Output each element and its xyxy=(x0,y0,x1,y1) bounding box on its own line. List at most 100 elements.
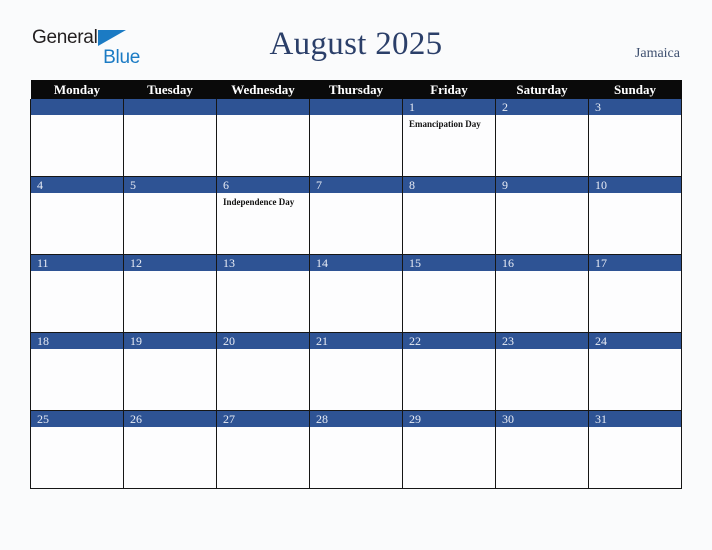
day-content xyxy=(496,271,588,331)
page-header: General Blue August 2025 Jamaica xyxy=(0,0,712,80)
day-number: 12 xyxy=(124,255,216,271)
day-event xyxy=(124,271,216,275)
day-content xyxy=(403,193,495,253)
day-number: 16 xyxy=(496,255,588,271)
day-event xyxy=(310,193,402,197)
day-cell[interactable]: 22 xyxy=(402,332,496,411)
day-event xyxy=(589,271,681,275)
day-event xyxy=(310,271,402,275)
day-event xyxy=(403,427,495,431)
day-number: 21 xyxy=(310,333,402,349)
day-number: 28 xyxy=(310,411,402,427)
day-cell[interactable]: 3 xyxy=(588,99,682,177)
day-event xyxy=(31,193,123,197)
day-cell[interactable]: 20 xyxy=(216,332,310,411)
day-content xyxy=(310,193,402,253)
day-content xyxy=(124,115,216,175)
day-number: 20 xyxy=(217,333,309,349)
calendar-week-row: 1 Emancipation Day 2 3 xyxy=(30,99,682,177)
day-content xyxy=(31,427,123,487)
day-event xyxy=(589,349,681,353)
country-label: Jamaica xyxy=(634,46,680,61)
day-cell[interactable]: 27 xyxy=(216,410,310,489)
day-cell[interactable] xyxy=(309,99,403,177)
day-content xyxy=(124,193,216,253)
day-content xyxy=(496,349,588,409)
day-event xyxy=(496,427,588,431)
day-cell[interactable]: 14 xyxy=(309,254,403,333)
day-number: 6 xyxy=(217,177,309,193)
day-content xyxy=(310,349,402,409)
day-number: 19 xyxy=(124,333,216,349)
day-cell[interactable]: 23 xyxy=(495,332,589,411)
day-cell[interactable]: 17 xyxy=(588,254,682,333)
day-number xyxy=(310,99,402,115)
day-cell[interactable]: 11 xyxy=(30,254,124,333)
calendar-week-row: 11 12 13 14 15 16 17 xyxy=(30,254,682,333)
day-content xyxy=(403,427,495,487)
day-cell[interactable]: 16 xyxy=(495,254,589,333)
day-number: 18 xyxy=(31,333,123,349)
day-number: 29 xyxy=(403,411,495,427)
day-cell[interactable]: 7 xyxy=(309,176,403,255)
day-content xyxy=(496,427,588,487)
day-cell[interactable]: 10 xyxy=(588,176,682,255)
day-cell[interactable]: 9 xyxy=(495,176,589,255)
day-cell[interactable]: 2 xyxy=(495,99,589,177)
day-number: 9 xyxy=(496,177,588,193)
day-content xyxy=(403,271,495,331)
day-cell[interactable]: 12 xyxy=(123,254,217,333)
day-cell[interactable]: 25 xyxy=(30,410,124,489)
day-cell[interactable]: 30 xyxy=(495,410,589,489)
day-content: Independence Day xyxy=(217,193,309,253)
day-event xyxy=(403,271,495,275)
day-cell[interactable]: 29 xyxy=(402,410,496,489)
day-content xyxy=(589,271,681,331)
day-event xyxy=(496,115,588,119)
day-number: 13 xyxy=(217,255,309,271)
day-cell[interactable]: 15 xyxy=(402,254,496,333)
day-event xyxy=(403,193,495,197)
weekday-header-tuesday: Tuesday xyxy=(123,80,217,99)
weekday-header-row: Monday Tuesday Wednesday Thursday Friday… xyxy=(30,80,682,99)
day-cell[interactable]: 1 Emancipation Day xyxy=(402,99,496,177)
day-cell[interactable]: 28 xyxy=(309,410,403,489)
day-number: 2 xyxy=(496,99,588,115)
day-event xyxy=(124,349,216,353)
day-content xyxy=(217,271,309,331)
day-number: 7 xyxy=(310,177,402,193)
day-cell[interactable]: 19 xyxy=(123,332,217,411)
day-cell[interactable]: 5 xyxy=(123,176,217,255)
day-cell[interactable]: 6 Independence Day xyxy=(216,176,310,255)
day-event xyxy=(217,349,309,353)
day-number: 1 xyxy=(403,99,495,115)
day-number: 23 xyxy=(496,333,588,349)
day-cell[interactable]: 21 xyxy=(309,332,403,411)
day-cell[interactable]: 13 xyxy=(216,254,310,333)
day-number xyxy=(124,99,216,115)
day-number: 4 xyxy=(31,177,123,193)
day-event xyxy=(496,271,588,275)
day-cell[interactable]: 8 xyxy=(402,176,496,255)
day-number: 25 xyxy=(31,411,123,427)
day-cell[interactable]: 18 xyxy=(30,332,124,411)
day-cell[interactable]: 4 xyxy=(30,176,124,255)
day-content xyxy=(31,271,123,331)
day-cell[interactable] xyxy=(123,99,217,177)
day-content xyxy=(217,115,309,175)
day-content xyxy=(589,193,681,253)
day-number: 30 xyxy=(496,411,588,427)
day-event xyxy=(589,115,681,119)
day-event xyxy=(217,427,309,431)
day-number: 26 xyxy=(124,411,216,427)
day-cell[interactable]: 26 xyxy=(123,410,217,489)
weekday-header-wednesday: Wednesday xyxy=(216,80,310,99)
day-number: 15 xyxy=(403,255,495,271)
day-event xyxy=(403,349,495,353)
day-content xyxy=(310,115,402,175)
day-event xyxy=(31,271,123,275)
day-cell[interactable] xyxy=(30,99,124,177)
day-cell[interactable] xyxy=(216,99,310,177)
day-cell[interactable]: 24 xyxy=(588,332,682,411)
day-cell[interactable]: 31 xyxy=(588,410,682,489)
